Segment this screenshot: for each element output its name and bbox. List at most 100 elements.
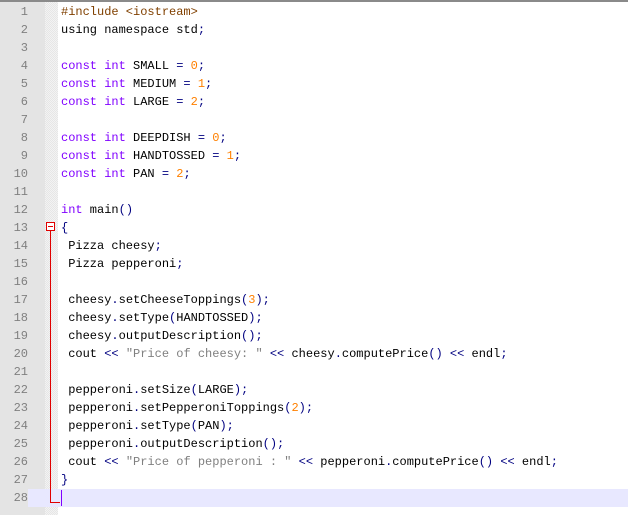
code-token: ; xyxy=(197,59,206,73)
line-number: 18 xyxy=(13,311,28,325)
line-number: 19 xyxy=(13,329,28,343)
code-text[interactable]: const int HANDTOSSED = 1; xyxy=(61,147,241,165)
code-text[interactable]: const int LARGE = 2; xyxy=(61,93,205,111)
code-token: ); xyxy=(233,383,249,397)
code-text[interactable]: const int DEEPDISH = 0; xyxy=(61,129,227,147)
code-token: pepperoni xyxy=(61,401,134,415)
code-line[interactable]: 16 xyxy=(0,273,628,291)
code-token: << xyxy=(500,455,515,469)
code-text[interactable]: Pizza pepperoni; xyxy=(61,255,183,273)
code-text[interactable]: cout << "Price of cheesy: " << cheesy.co… xyxy=(61,345,507,363)
code-text[interactable]: pepperoni.setSize(LARGE); xyxy=(61,381,248,399)
line-number: 10 xyxy=(13,167,28,181)
code-token: setType xyxy=(140,419,191,433)
code-token: pepperoni xyxy=(61,419,134,433)
code-token: DEEPDISH xyxy=(125,131,198,145)
code-text[interactable]: pepperoni.outputDescription(); xyxy=(61,435,284,453)
code-token: 1 xyxy=(226,149,234,163)
code-text[interactable]: Pizza cheesy; xyxy=(61,237,162,255)
code-token: MEDIUM xyxy=(125,77,184,91)
code-line[interactable]: 9 const int HANDTOSSED = 1; xyxy=(0,147,628,165)
code-line[interactable]: 28 xyxy=(0,489,628,507)
code-text[interactable]: } xyxy=(61,471,68,489)
code-line[interactable]: 23 pepperoni.setPepperoniToppings(2); xyxy=(0,399,628,417)
code-line[interactable]: 13 { xyxy=(0,219,628,237)
code-line[interactable]: 24 pepperoni.setType(PAN); xyxy=(0,417,628,435)
code-token: cheesy xyxy=(61,329,112,343)
code-text[interactable]: const int PAN = 2; xyxy=(61,165,191,183)
code-text[interactable]: pepperoni.setPepperoniToppings(2); xyxy=(61,399,313,417)
code-text[interactable]: using namespace std; xyxy=(61,21,205,39)
code-text[interactable]: cheesy.outputDescription(); xyxy=(61,327,262,345)
line-number: 7 xyxy=(20,113,28,127)
code-line[interactable]: 7 xyxy=(0,111,628,129)
code-line[interactable]: 10 const int PAN = 2; xyxy=(0,165,628,183)
code-token: "Price of cheesy: " xyxy=(125,347,263,361)
code-token: using namespace std xyxy=(61,23,198,37)
code-token: << xyxy=(298,455,314,469)
code-editor[interactable]: 1 #include <iostream> 2 using namespace std… xyxy=(0,3,628,507)
code-token: const int xyxy=(61,131,126,145)
code-line[interactable]: 22 pepperoni.setSize(LARGE); xyxy=(0,381,628,399)
window-top-border xyxy=(0,0,628,2)
code-token: . xyxy=(111,311,119,325)
code-line[interactable]: 8 const int DEEPDISH = 0; xyxy=(0,129,628,147)
fold-collapse-icon[interactable] xyxy=(46,222,55,231)
code-token: LARGE xyxy=(197,383,234,397)
code-text[interactable]: cheesy.setCheeseToppings(3); xyxy=(61,291,270,309)
code-token: Pizza cheesy xyxy=(61,239,155,253)
code-text[interactable]: cout << "Price of pepperoni : " << peppe… xyxy=(61,453,558,471)
code-line[interactable]: 27} xyxy=(0,471,628,489)
code-line[interactable]: 21 xyxy=(0,363,628,381)
code-token: << xyxy=(449,347,465,361)
code-line[interactable]: 20 cout << "Price of cheesy: " << cheesy… xyxy=(0,345,628,363)
code-line[interactable]: 18 cheesy.setType(HANDTOSSED); xyxy=(0,309,628,327)
code-token: ); xyxy=(255,293,270,307)
code-token: "Price of pepperoni : " xyxy=(125,455,292,469)
line-number: 6 xyxy=(20,95,28,109)
code-line[interactable]: 15 Pizza pepperoni; xyxy=(0,255,628,273)
code-token: setSize xyxy=(140,383,191,397)
code-token: { xyxy=(61,221,69,235)
code-text[interactable]: cheesy.setType(HANDTOSSED); xyxy=(61,309,262,327)
code-text[interactable]: const int SMALL = 0; xyxy=(61,57,205,75)
code-token: << xyxy=(269,347,285,361)
code-line[interactable]: 2 using namespace std; xyxy=(0,21,628,39)
line-number: 16 xyxy=(13,275,28,289)
code-token: ( xyxy=(190,419,198,433)
code-line[interactable]: 1 #include <iostream> xyxy=(0,3,628,21)
code-line[interactable]: 3 xyxy=(0,39,628,57)
code-token: 0 xyxy=(190,59,198,73)
code-line[interactable]: 14 Pizza cheesy; xyxy=(0,237,628,255)
code-token: SMALL xyxy=(125,59,177,73)
code-line[interactable]: 26 cout << "Price of pepperoni : " << pe… xyxy=(0,453,628,471)
code-token: const int xyxy=(61,95,126,109)
code-token: cout xyxy=(61,455,105,469)
code-token: ; xyxy=(550,455,558,469)
code-line[interactable]: 6 const int LARGE = 2; xyxy=(0,93,628,111)
code-text[interactable]: { xyxy=(61,219,68,237)
code-text[interactable]: #include <iostream> xyxy=(61,3,198,21)
line-number: 1 xyxy=(20,5,28,19)
code-token: ; xyxy=(233,149,242,163)
code-text[interactable]: pepperoni.setType(PAN); xyxy=(61,417,234,435)
code-text[interactable]: int main() xyxy=(61,201,133,219)
code-token: ; xyxy=(197,23,206,37)
line-number: 15 xyxy=(13,257,28,271)
line-number: 13 xyxy=(13,221,28,235)
code-line[interactable]: 12 int main() xyxy=(0,201,628,219)
code-line[interactable]: 5 const int MEDIUM = 1; xyxy=(0,75,628,93)
code-text[interactable]: const int MEDIUM = 1; xyxy=(61,75,212,93)
code-line[interactable]: 25 pepperoni.outputDescription(); xyxy=(0,435,628,453)
code-line[interactable]: 11 xyxy=(0,183,628,201)
code-line[interactable]: 4 const int SMALL = 0; xyxy=(0,57,628,75)
code-token: ); xyxy=(219,419,234,433)
code-token: cheesy xyxy=(284,347,335,361)
code-line[interactable]: 19 cheesy.outputDescription(); xyxy=(0,327,628,345)
code-token: pepperoni xyxy=(61,383,134,397)
code-token: computePrice xyxy=(341,347,429,361)
code-line[interactable]: 17 cheesy.setCheeseToppings(3); xyxy=(0,291,628,309)
